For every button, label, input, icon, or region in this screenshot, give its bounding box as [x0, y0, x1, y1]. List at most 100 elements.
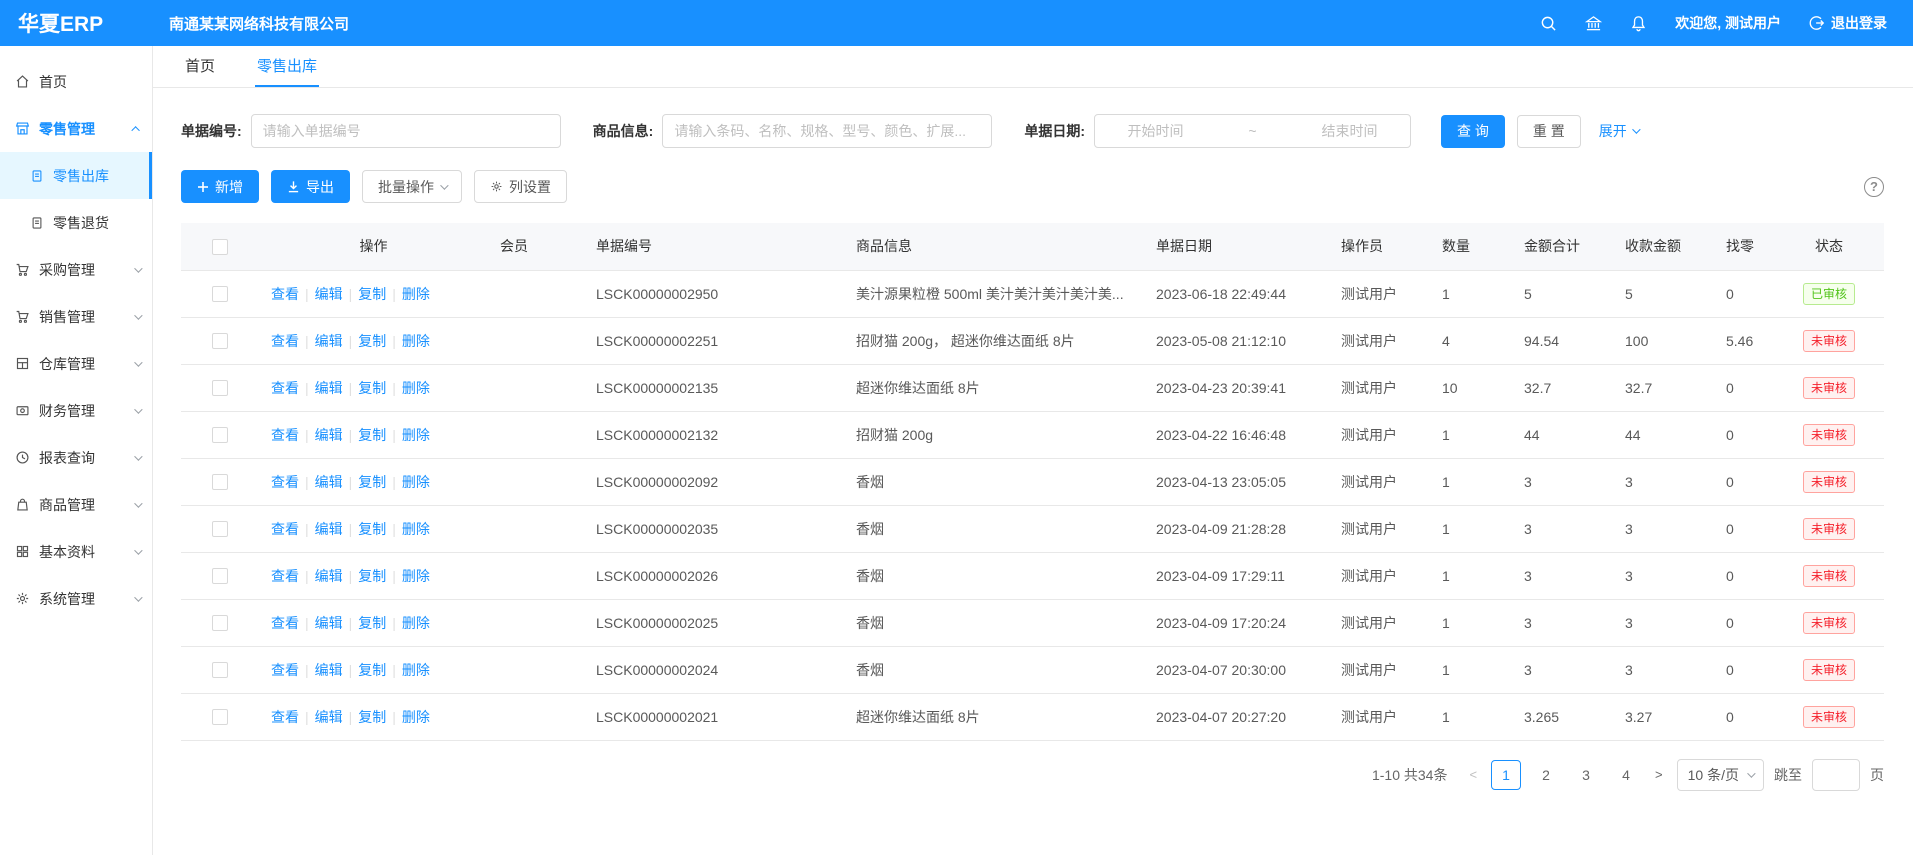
page-button-3[interactable]: 3 — [1571, 760, 1601, 790]
reset-button[interactable]: 重 置 — [1517, 115, 1581, 148]
copy-link[interactable]: 复制 — [358, 380, 386, 396]
row-checkbox[interactable] — [212, 615, 228, 631]
view-link[interactable]: 查看 — [271, 709, 299, 725]
copy-link[interactable]: 复制 — [358, 333, 386, 349]
view-link[interactable]: 查看 — [271, 662, 299, 678]
expand-link[interactable]: 展开 — [1599, 121, 1638, 141]
member-cell — [488, 317, 584, 364]
edit-link[interactable]: 编辑 — [315, 709, 343, 725]
sidebar-item-goods[interactable]: 商品管理 — [0, 481, 152, 528]
edit-link[interactable]: 编辑 — [315, 615, 343, 631]
sidebar-item-warehouse[interactable]: 仓库管理 — [0, 340, 152, 387]
delete-link[interactable]: 删除 — [402, 568, 430, 584]
page-button-1[interactable]: 1 — [1491, 760, 1521, 790]
member-cell — [488, 270, 584, 317]
copy-link[interactable]: 复制 — [358, 568, 386, 584]
help-icon[interactable]: ? — [1864, 177, 1884, 197]
copy-link[interactable]: 复制 — [358, 709, 386, 725]
delete-link[interactable]: 删除 — [402, 662, 430, 678]
sidebar-item-reports[interactable]: 报表查询 — [0, 434, 152, 481]
next-page-button[interactable]: > — [1651, 767, 1667, 782]
sidebar-item-finance[interactable]: 财务管理 — [0, 387, 152, 434]
select-all-checkbox[interactable] — [212, 239, 228, 255]
delete-link[interactable]: 删除 — [402, 521, 430, 537]
change-cell: 0 — [1714, 505, 1774, 552]
row-checkbox[interactable] — [212, 709, 228, 725]
sidebar-item-retail-return[interactable]: 零售退货 — [0, 199, 152, 246]
edit-link[interactable]: 编辑 — [315, 286, 343, 302]
view-link[interactable]: 查看 — [271, 333, 299, 349]
bill-no-input[interactable] — [251, 114, 561, 148]
sidebar-item-sales[interactable]: 销售管理 — [0, 293, 152, 340]
edit-link[interactable]: 编辑 — [315, 380, 343, 396]
delete-link[interactable]: 删除 — [402, 286, 430, 302]
edit-link[interactable]: 编辑 — [315, 662, 343, 678]
tab-retail-outbound[interactable]: 零售出库 — [255, 46, 319, 87]
company-name: 南通某某网络科技有限公司 — [169, 13, 349, 34]
chevron-down-icon — [134, 546, 142, 554]
pagination: 1-10 共34条 < 1 2 3 4 > 10 条/页 跳至 页 — [181, 759, 1884, 791]
product-cell: 香烟 — [844, 458, 1144, 505]
copy-link[interactable]: 复制 — [358, 286, 386, 302]
row-checkbox[interactable] — [212, 568, 228, 584]
sidebar-item-home[interactable]: 首页 — [0, 58, 152, 105]
column-settings-button[interactable]: 列设置 — [474, 170, 567, 203]
jump-page-input[interactable] — [1812, 759, 1860, 791]
add-button[interactable]: 新增 — [181, 170, 259, 203]
view-link[interactable]: 查看 — [271, 474, 299, 490]
view-link[interactable]: 查看 — [271, 615, 299, 631]
batch-actions-button[interactable]: 批量操作 — [362, 170, 462, 203]
delete-link[interactable]: 删除 — [402, 615, 430, 631]
copy-link[interactable]: 复制 — [358, 521, 386, 537]
qty-cell: 1 — [1430, 411, 1512, 458]
sidebar-item-label: 基本资料 — [39, 542, 95, 562]
row-checkbox[interactable] — [212, 474, 228, 490]
page-size-select[interactable]: 10 条/页 — [1677, 759, 1764, 791]
row-checkbox[interactable] — [212, 521, 228, 537]
tab-home[interactable]: 首页 — [183, 46, 217, 87]
delete-link[interactable]: 删除 — [402, 333, 430, 349]
edit-link[interactable]: 编辑 — [315, 427, 343, 443]
row-checkbox[interactable] — [212, 427, 228, 443]
view-link[interactable]: 查看 — [271, 568, 299, 584]
copy-link[interactable]: 复制 — [358, 662, 386, 678]
delete-link[interactable]: 删除 — [402, 380, 430, 396]
view-link[interactable]: 查看 — [271, 427, 299, 443]
row-checkbox[interactable] — [212, 286, 228, 302]
search-icon[interactable] — [1540, 15, 1557, 32]
view-link[interactable]: 查看 — [271, 380, 299, 396]
logout-button[interactable]: 退出登录 — [1809, 13, 1887, 33]
edit-link[interactable]: 编辑 — [315, 333, 343, 349]
copy-link[interactable]: 复制 — [358, 427, 386, 443]
sidebar-item-purchase[interactable]: 采购管理 — [0, 246, 152, 293]
edit-link[interactable]: 编辑 — [315, 568, 343, 584]
sidebar-item-basic-data[interactable]: 基本资料 — [0, 528, 152, 575]
bank-icon[interactable] — [1585, 15, 1602, 32]
sidebar-item-label: 零售出库 — [53, 166, 109, 186]
delete-link[interactable]: 删除 — [402, 427, 430, 443]
page-button-2[interactable]: 2 — [1531, 760, 1561, 790]
sidebar-item-retail-outbound[interactable]: 零售出库 — [0, 152, 152, 199]
page-button-4[interactable]: 4 — [1611, 760, 1641, 790]
sidebar-item-retail[interactable]: 零售管理 — [0, 105, 152, 152]
copy-link[interactable]: 复制 — [358, 615, 386, 631]
delete-link[interactable]: 删除 — [402, 474, 430, 490]
copy-link[interactable]: 复制 — [358, 474, 386, 490]
operator-cell: 测试用户 — [1329, 505, 1430, 552]
table-body: 查看|编辑|复制|删除 LSCK00000002950 美汁源果粒橙 500ml… — [181, 270, 1884, 740]
search-button[interactable]: 查 询 — [1441, 115, 1505, 148]
product-info-input[interactable] — [662, 114, 992, 148]
view-link[interactable]: 查看 — [271, 286, 299, 302]
row-checkbox[interactable] — [212, 662, 228, 678]
bell-icon[interactable] — [1630, 15, 1647, 32]
prev-page-button[interactable]: < — [1465, 767, 1481, 782]
view-link[interactable]: 查看 — [271, 521, 299, 537]
edit-link[interactable]: 编辑 — [315, 521, 343, 537]
edit-link[interactable]: 编辑 — [315, 474, 343, 490]
export-button[interactable]: 导出 — [271, 170, 350, 203]
row-checkbox[interactable] — [212, 380, 228, 396]
delete-link[interactable]: 删除 — [402, 709, 430, 725]
row-checkbox[interactable] — [212, 333, 228, 349]
sidebar-item-system[interactable]: 系统管理 — [0, 575, 152, 622]
date-range-picker[interactable]: 开始时间 ~ 结束时间 — [1094, 114, 1411, 148]
